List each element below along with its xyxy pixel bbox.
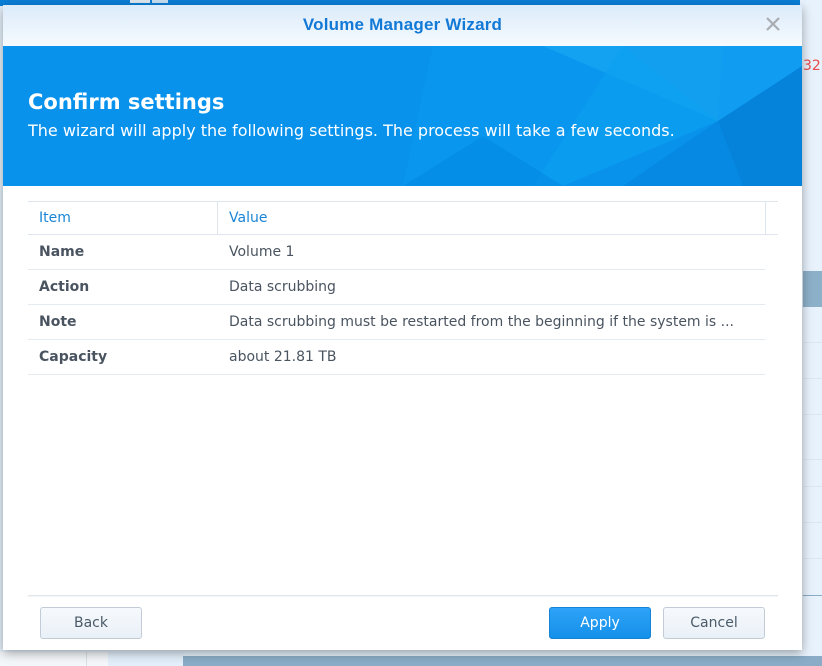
table-row[interactable]: Capacity about 21.81 TB (28, 340, 765, 375)
background-panel (800, 0, 822, 666)
row-item-label: Action (39, 279, 90, 295)
background-row-divider (803, 459, 822, 460)
row-value: Data scrubbing (229, 279, 336, 295)
volume-manager-wizard-dialog: Volume Manager Wizard Confirm settings T… (3, 5, 802, 650)
background-row-divider (803, 342, 822, 343)
background-sidebar (0, 652, 108, 666)
step-description: The wizard will apply the following sett… (28, 121, 675, 140)
column-header-item[interactable]: Item (28, 202, 218, 234)
banner-background-pattern (3, 46, 802, 186)
background-row-divider (803, 486, 822, 487)
close-icon (766, 17, 780, 31)
column-header-value[interactable]: Value (218, 202, 766, 234)
grid-header: Item Value (28, 202, 778, 235)
apply-button[interactable]: Apply (549, 607, 651, 639)
row-item-label: Name (39, 244, 85, 260)
background-tab (130, 0, 150, 3)
background-row-divider (803, 414, 822, 415)
row-value: about 21.81 TB (229, 349, 337, 365)
background-row-divider (803, 378, 822, 379)
background-row-divider (803, 522, 822, 523)
row-item-label: Capacity (39, 349, 108, 365)
background-divider (86, 652, 87, 666)
back-button[interactable]: Back (40, 607, 142, 639)
row-value: Volume 1 (229, 244, 295, 260)
background-area (108, 652, 183, 666)
step-title: Confirm settings (28, 90, 225, 114)
dialog-title: Volume Manager Wizard (302, 15, 503, 34)
close-button[interactable] (762, 13, 784, 35)
dialog-header[interactable]: Volume Manager Wizard (3, 5, 802, 46)
settings-summary-grid: Item Value Name Volume 1 Action Data scr… (28, 201, 778, 375)
wizard-banner: Confirm settings The wizard will apply t… (3, 46, 802, 186)
background-row-divider (803, 558, 822, 559)
table-row[interactable]: Action Data scrubbing (28, 270, 765, 305)
cancel-button[interactable]: Cancel (663, 607, 765, 639)
background-row-divider (803, 595, 822, 596)
background-partial-text: 32 (803, 58, 821, 74)
background-selected-row (803, 271, 822, 307)
footer-divider (28, 595, 778, 596)
background-tab (152, 0, 168, 3)
table-row[interactable]: Name Volume 1 (28, 235, 765, 270)
table-row[interactable]: Note Data scrubbing must be restarted fr… (28, 305, 765, 340)
row-item-label: Note (39, 314, 77, 330)
row-value: Data scrubbing must be restarted from th… (229, 314, 735, 330)
background-band (183, 656, 822, 666)
